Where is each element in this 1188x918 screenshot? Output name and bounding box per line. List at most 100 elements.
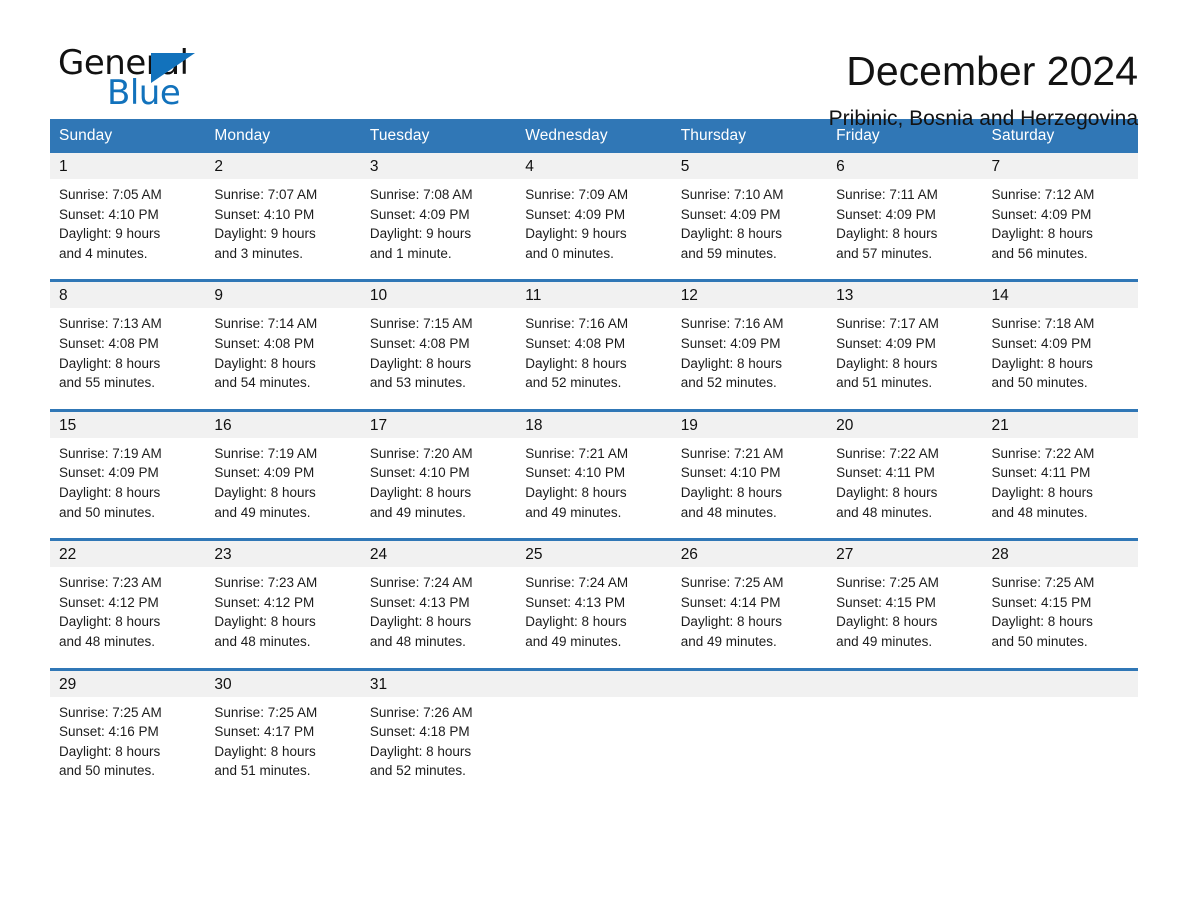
day-cell[interactable]: Sunrise: 7:07 AM Sunset: 4:10 PM Dayligh… bbox=[205, 179, 361, 281]
day-cell[interactable]: Sunrise: 7:05 AM Sunset: 4:10 PM Dayligh… bbox=[50, 179, 206, 281]
day-cell[interactable]: Sunrise: 7:25 AM Sunset: 4:14 PM Dayligh… bbox=[671, 567, 828, 669]
day-number[interactable]: 1 bbox=[50, 153, 206, 179]
sunrise-text: Sunrise: 7:10 AM bbox=[680, 187, 784, 202]
day-number[interactable]: 23 bbox=[205, 538, 361, 568]
daylight-text-line2: and 48 minutes. bbox=[680, 504, 777, 520]
day-number[interactable]: 24 bbox=[360, 538, 517, 568]
daylight-text-line2: and 49 minutes. bbox=[369, 504, 466, 520]
day-cell[interactable]: Sunrise: 7:23 AM Sunset: 4:12 PM Dayligh… bbox=[50, 567, 206, 669]
day-cell[interactable]: Sunrise: 7:08 AM Sunset: 4:09 PM Dayligh… bbox=[360, 179, 517, 281]
day-cell[interactable]: Sunrise: 7:15 AM Sunset: 4:08 PM Dayligh… bbox=[360, 308, 517, 411]
daylight-text-line2: and 52 minutes. bbox=[525, 375, 622, 391]
sunset-text: Sunset: 4:14 PM bbox=[680, 594, 781, 610]
day-number[interactable]: 11 bbox=[516, 279, 672, 309]
day-number[interactable]: 26 bbox=[671, 538, 828, 568]
sunrise-text: Sunrise: 7:23 AM bbox=[214, 575, 318, 591]
daylight-text-line1: Daylight: 9 hours bbox=[525, 226, 627, 242]
day-number[interactable]: 18 bbox=[516, 408, 672, 438]
daylight-text-line2: and 54 minutes. bbox=[214, 375, 311, 391]
day-cell[interactable]: Sunrise: 7:19 AM Sunset: 4:09 PM Dayligh… bbox=[205, 437, 361, 540]
daylight-text-line2: and 48 minutes. bbox=[214, 633, 311, 649]
day-number[interactable]: 31 bbox=[360, 667, 517, 697]
daylight-text-line2: and 49 minutes. bbox=[525, 633, 622, 649]
day-number[interactable]: 2 bbox=[205, 153, 361, 179]
sunset-text: Sunset: 4:12 PM bbox=[214, 594, 315, 610]
day-number[interactable]: 28 bbox=[982, 538, 1138, 568]
sunrise-text: Sunrise: 7:15 AM bbox=[369, 316, 473, 332]
day-cell[interactable]: Sunrise: 7:21 AM Sunset: 4:10 PM Dayligh… bbox=[671, 437, 828, 540]
day-cell[interactable]: Sunrise: 7:20 AM Sunset: 4:10 PM Dayligh… bbox=[360, 437, 517, 540]
day-cell[interactable]: Sunrise: 7:11 AM Sunset: 4:09 PM Dayligh… bbox=[827, 179, 983, 281]
day-number[interactable]: 15 bbox=[50, 408, 206, 438]
day-cell[interactable]: Sunrise: 7:25 AM Sunset: 4:17 PM Dayligh… bbox=[205, 696, 361, 797]
day-number[interactable]: 20 bbox=[827, 408, 983, 438]
day-number[interactable]: 8 bbox=[50, 279, 206, 309]
daylight-text-line1: Daylight: 8 hours bbox=[991, 614, 1093, 630]
sunset-text: Sunset: 4:15 PM bbox=[836, 594, 936, 610]
day-number[interactable]: 19 bbox=[671, 408, 828, 438]
day-cell[interactable]: Sunrise: 7:19 AM Sunset: 4:09 PM Dayligh… bbox=[50, 437, 206, 540]
day-cell[interactable]: Sunrise: 7:25 AM Sunset: 4:16 PM Dayligh… bbox=[50, 696, 206, 797]
day-number[interactable]: 22 bbox=[50, 538, 206, 568]
sunrise-text: Sunrise: 7:17 AM bbox=[836, 316, 939, 332]
day-cell[interactable]: Sunrise: 7:14 AM Sunset: 4:08 PM Dayligh… bbox=[205, 308, 361, 411]
sunset-text: Sunset: 4:12 PM bbox=[59, 594, 159, 610]
day-cell[interactable]: Sunrise: 7:25 AM Sunset: 4:15 PM Dayligh… bbox=[982, 567, 1138, 669]
day-number[interactable]: 5 bbox=[671, 153, 828, 179]
day-cell[interactable]: Sunrise: 7:12 AM Sunset: 4:09 PM Dayligh… bbox=[982, 179, 1138, 281]
day-cell[interactable]: Sunrise: 7:09 AM Sunset: 4:09 PM Dayligh… bbox=[516, 179, 672, 281]
day-number[interactable]: 10 bbox=[360, 279, 517, 309]
day-number[interactable]: 3 bbox=[360, 153, 517, 179]
day-cell[interactable]: Sunrise: 7:23 AM Sunset: 4:12 PM Dayligh… bbox=[205, 567, 361, 669]
day-cell[interactable]: Sunrise: 7:18 AM Sunset: 4:09 PM Dayligh… bbox=[982, 308, 1138, 411]
sunset-text: Sunset: 4:11 PM bbox=[991, 465, 1091, 481]
sunset-text: Sunset: 4:10 PM bbox=[214, 206, 315, 222]
sunset-text: Sunset: 4:10 PM bbox=[525, 465, 626, 481]
day-cell[interactable]: Sunrise: 7:22 AM Sunset: 4:11 PM Dayligh… bbox=[827, 437, 983, 540]
day-detail-row: Sunrise: 7:05 AM Sunset: 4:10 PM Dayligh… bbox=[50, 179, 1138, 281]
day-number[interactable]: 17 bbox=[360, 408, 517, 438]
sunrise-text: Sunrise: 7:13 AM bbox=[59, 316, 162, 332]
day-cell[interactable]: Sunrise: 7:17 AM Sunset: 4:09 PM Dayligh… bbox=[827, 308, 983, 411]
day-number[interactable]: 9 bbox=[205, 279, 361, 309]
day-cell[interactable]: Sunrise: 7:16 AM Sunset: 4:09 PM Dayligh… bbox=[671, 308, 828, 411]
day-number[interactable]: 13 bbox=[827, 279, 983, 309]
sunset-text: Sunset: 4:09 PM bbox=[680, 335, 781, 351]
day-number[interactable]: 4 bbox=[516, 153, 672, 179]
day-cell[interactable]: Sunrise: 7:22 AM Sunset: 4:11 PM Dayligh… bbox=[982, 437, 1138, 540]
sunrise-text: Sunrise: 7:24 AM bbox=[525, 575, 629, 591]
generalblue-logo[interactable]: General Blue bbox=[50, 44, 230, 112]
daylight-text-line2: and 59 minutes. bbox=[680, 245, 777, 261]
day-cell[interactable]: Sunrise: 7:26 AM Sunset: 4:18 PM Dayligh… bbox=[360, 696, 517, 797]
day-number[interactable]: 27 bbox=[827, 538, 983, 568]
day-number[interactable]: 7 bbox=[982, 153, 1138, 179]
daylight-text-line2: and 57 minutes. bbox=[836, 245, 933, 261]
daylight-text-line2: and 56 minutes. bbox=[991, 245, 1088, 261]
day-cell[interactable]: Sunrise: 7:24 AM Sunset: 4:13 PM Dayligh… bbox=[360, 567, 517, 669]
day-number[interactable]: 6 bbox=[827, 153, 983, 179]
day-number[interactable]: 12 bbox=[671, 279, 828, 309]
sunset-text: Sunset: 4:09 PM bbox=[214, 465, 315, 481]
day-number[interactable]: 30 bbox=[205, 667, 361, 697]
day-cell[interactable]: Sunrise: 7:13 AM Sunset: 4:08 PM Dayligh… bbox=[50, 308, 206, 411]
sunrise-text: Sunrise: 7:19 AM bbox=[214, 445, 318, 461]
daylight-text-line1: Daylight: 8 hours bbox=[525, 484, 627, 500]
day-cell[interactable]: Sunrise: 7:24 AM Sunset: 4:13 PM Dayligh… bbox=[516, 567, 672, 669]
calendar-page: General Blue December 2024 Pribinic, Bos… bbox=[0, 0, 1188, 918]
sunset-text: Sunset: 4:09 PM bbox=[991, 335, 1092, 351]
page-title: December 2024 bbox=[846, 48, 1138, 94]
daylight-text-line1: Daylight: 8 hours bbox=[680, 355, 782, 371]
daylight-text-line1: Daylight: 8 hours bbox=[59, 355, 161, 371]
daylight-text-line1: Daylight: 8 hours bbox=[214, 614, 316, 630]
day-cell[interactable]: Sunrise: 7:25 AM Sunset: 4:15 PM Dayligh… bbox=[827, 567, 983, 669]
day-cell[interactable]: Sunrise: 7:10 AM Sunset: 4:09 PM Dayligh… bbox=[671, 179, 828, 281]
day-number[interactable]: 21 bbox=[982, 408, 1138, 438]
day-number[interactable]: 16 bbox=[205, 408, 361, 438]
day-number[interactable]: 14 bbox=[982, 279, 1138, 309]
daylight-text-line1: Daylight: 8 hours bbox=[991, 484, 1093, 500]
day-number[interactable]: 29 bbox=[50, 667, 206, 697]
day-cell[interactable]: Sunrise: 7:21 AM Sunset: 4:10 PM Dayligh… bbox=[516, 437, 672, 540]
daylight-text-line2: and 49 minutes. bbox=[214, 504, 311, 520]
day-number[interactable]: 25 bbox=[516, 538, 672, 568]
day-cell[interactable]: Sunrise: 7:16 AM Sunset: 4:08 PM Dayligh… bbox=[516, 308, 672, 411]
